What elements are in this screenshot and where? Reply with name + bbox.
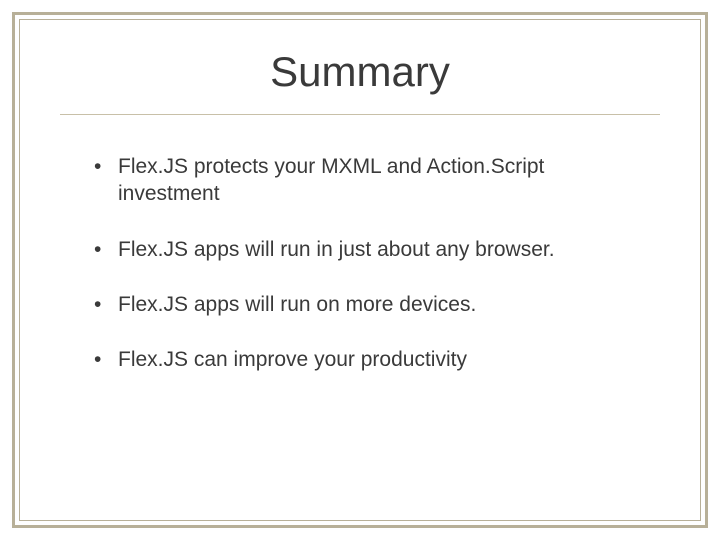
bullet-list: Flex.JS protects your MXML and Action.Sc… (60, 115, 660, 373)
slide-title: Summary (60, 40, 660, 114)
slide-outer-border: Summary Flex.JS protects your MXML and A… (12, 12, 708, 528)
slide-inner-border: Summary Flex.JS protects your MXML and A… (19, 19, 701, 521)
list-item: Flex.JS can improve your productivity (90, 346, 650, 373)
list-item: Flex.JS protects your MXML and Action.Sc… (90, 153, 650, 208)
list-item: Flex.JS apps will run on more devices. (90, 291, 650, 318)
list-item: Flex.JS apps will run in just about any … (90, 236, 650, 263)
